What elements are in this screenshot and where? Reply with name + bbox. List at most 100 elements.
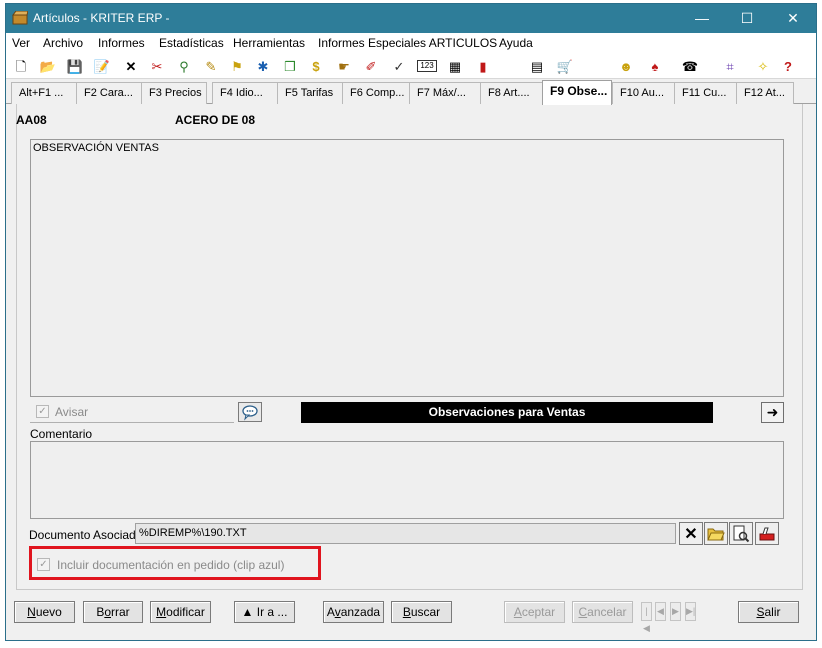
report-icon[interactable]: ▤ xyxy=(528,57,546,75)
documento-asociado-field[interactable]: %DIREMP%\190.TXT xyxy=(135,523,676,544)
mnemonic-letter: o xyxy=(104,605,112,619)
first-record-button[interactable]: |◀ xyxy=(641,602,652,633)
phone-icon[interactable]: ☎ xyxy=(681,57,699,75)
close-button[interactable]: ✕ xyxy=(770,4,816,33)
hand-icon[interactable]: ☛ xyxy=(335,57,353,75)
salesman-icon[interactable]: ☻ xyxy=(617,57,635,75)
speech-button[interactable] xyxy=(238,402,262,422)
comentario-textarea[interactable] xyxy=(30,441,784,519)
price-icon[interactable]: $ xyxy=(307,57,325,75)
help-icon[interactable]: ? xyxy=(779,57,797,75)
clear-x-icon: ✕ xyxy=(684,525,698,543)
avisar-checkbox[interactable]: ✓ xyxy=(36,405,49,418)
money-bag-icon[interactable]: ♠ xyxy=(646,57,664,75)
incluir-documentacion-label: Incluir documentación en pedido (clip az… xyxy=(57,558,285,572)
tree-icon[interactable]: ⚑ xyxy=(228,57,246,75)
last-icon: ▶| xyxy=(686,606,696,616)
chart-icon[interactable]: ▮ xyxy=(474,57,492,75)
next-icon: ▶ xyxy=(672,606,679,616)
observaciones-ventas-bar: Observaciones para Ventas xyxy=(301,402,713,423)
preview-document-button[interactable] xyxy=(729,522,753,545)
tab-f2[interactable]: F2 Cara... xyxy=(76,82,142,104)
first-icon: |◀ xyxy=(643,606,650,633)
modificar-button[interactable]: Modificar xyxy=(150,601,211,623)
article-description: ACERO DE 08 xyxy=(175,113,256,127)
bulb-icon[interactable]: ✧ xyxy=(754,57,772,75)
avanzada-button[interactable]: Avanzada xyxy=(323,601,384,623)
cart-icon[interactable]: 🛒 xyxy=(556,57,574,75)
pencil-icon[interactable]: ✎ xyxy=(202,57,220,75)
edit-icon[interactable]: 📝 xyxy=(93,57,111,75)
next-arrow-button[interactable]: ➜ xyxy=(761,402,784,423)
delete-icon[interactable]: ✕ xyxy=(122,57,140,75)
tab-f8[interactable]: F8 Art.... xyxy=(480,82,544,104)
last-record-button[interactable]: ▶| xyxy=(685,602,696,621)
new-document-icon[interactable]: 🗋 xyxy=(12,57,30,75)
package-icon[interactable]: ❒ xyxy=(281,57,299,75)
mnemonic-letter: B xyxy=(402,605,411,619)
menu-archivo[interactable]: Archivo xyxy=(43,36,83,50)
incluir-documentacion-checkbox[interactable]: ✓ xyxy=(37,558,50,571)
menu-informes-especiales[interactable]: Informes Especiales ARTICULOS xyxy=(318,36,497,50)
tab-f11[interactable]: F11 Cu... xyxy=(674,82,737,104)
brush-icon[interactable]: ✐ xyxy=(362,57,380,75)
filter-icon[interactable]: ⚲ xyxy=(175,57,193,75)
clear-document-button[interactable]: ✕ xyxy=(679,522,703,545)
save-icon[interactable]: 💾 xyxy=(66,57,84,75)
tab-f9[interactable]: F9 Obse... xyxy=(542,80,612,105)
open-folder-icon xyxy=(707,528,725,540)
document-magnifier-icon xyxy=(733,525,750,542)
mnemonic-letter: v xyxy=(334,605,341,619)
article-code: AA08 xyxy=(16,113,47,127)
window-title: Artículos - KRITER ERP - xyxy=(33,11,170,25)
clip-icon[interactable]: ⌗ xyxy=(721,57,739,75)
minimize-button[interactable]: — xyxy=(679,4,725,33)
previous-record-button[interactable]: ◀ xyxy=(655,602,666,621)
aceptar-button[interactable]: Aceptar xyxy=(504,601,565,623)
tab-f5[interactable]: F5 Tarifas xyxy=(277,82,343,104)
browse-folder-button[interactable] xyxy=(704,522,728,545)
ir-a-button[interactable]: ▲ Ir a ... xyxy=(234,601,295,623)
calculator-icon[interactable]: ▦ xyxy=(446,57,464,75)
menu-estadisticas[interactable]: Estadísticas xyxy=(159,36,224,50)
mnemonic-letter: M xyxy=(156,605,167,619)
tools-icon[interactable]: ✂ xyxy=(148,57,166,75)
tab-f7[interactable]: F7 Máx/... xyxy=(409,82,481,104)
tab-f6[interactable]: F6 Comp... xyxy=(342,82,410,104)
comentario-label: Comentario xyxy=(30,427,93,441)
documento-asociado-label: Documento Asociado xyxy=(29,528,143,542)
mnemonic-letter: A xyxy=(513,605,522,619)
menu-ayuda[interactable]: Ayuda xyxy=(499,36,533,50)
previous-icon: ◀ xyxy=(657,606,664,616)
tab-f10[interactable]: F10 Au... xyxy=(612,82,675,104)
check-icon[interactable]: ✓ xyxy=(390,57,408,75)
toolbar: 🗋 📂 💾 📝 ✕ ✂ ⚲ ✎ ⚑ ✱ ❒ $ ☛ ✐ ✓ 123 ▦ ▮ ▤ … xyxy=(6,53,816,79)
app-box-icon xyxy=(12,11,28,25)
network-icon[interactable]: ✱ xyxy=(254,57,272,75)
menu-ver[interactable]: Ver xyxy=(12,36,30,50)
title-bar: Artículos - KRITER ERP - — ☐ ✕ xyxy=(6,4,816,33)
nuevo-button[interactable]: Nuevo xyxy=(14,601,75,623)
salir-button[interactable]: Salir xyxy=(738,601,799,623)
tab-f3[interactable]: F3 Precios xyxy=(141,82,207,104)
tab-f4[interactable]: F4 Idio... xyxy=(212,82,278,104)
mnemonic-letter: N xyxy=(27,605,36,619)
menu-herramientas[interactable]: Herramientas xyxy=(233,36,305,50)
scan-document-button[interactable] xyxy=(755,522,779,545)
counter-icon[interactable]: 123 xyxy=(417,60,437,72)
observations-textarea[interactable]: OBSERVACIÓN VENTAS xyxy=(30,139,784,397)
buscar-button[interactable]: Buscar xyxy=(391,601,452,623)
cancelar-button[interactable]: Cancelar xyxy=(572,601,633,623)
tab-alt-f1[interactable]: Alt+F1 ... xyxy=(11,82,77,104)
maximize-button[interactable]: ☐ xyxy=(724,4,770,33)
menu-informes[interactable]: Informes xyxy=(98,36,145,50)
tab-f12[interactable]: F12 At... xyxy=(736,82,794,104)
tab-strip: Alt+F1 ... F2 Cara... F3 Precios F4 Idio… xyxy=(6,80,816,105)
mnemonic-letter: C xyxy=(578,605,588,619)
open-folder-icon[interactable]: 📂 xyxy=(39,57,57,75)
borrar-button[interactable]: Borrar xyxy=(83,601,143,623)
avisar-label: Avisar xyxy=(55,405,89,419)
speech-bubble-icon xyxy=(242,405,258,421)
avisar-checkbox-row: ✓ Avisar xyxy=(30,402,234,423)
next-record-button[interactable]: ▶ xyxy=(670,602,681,621)
